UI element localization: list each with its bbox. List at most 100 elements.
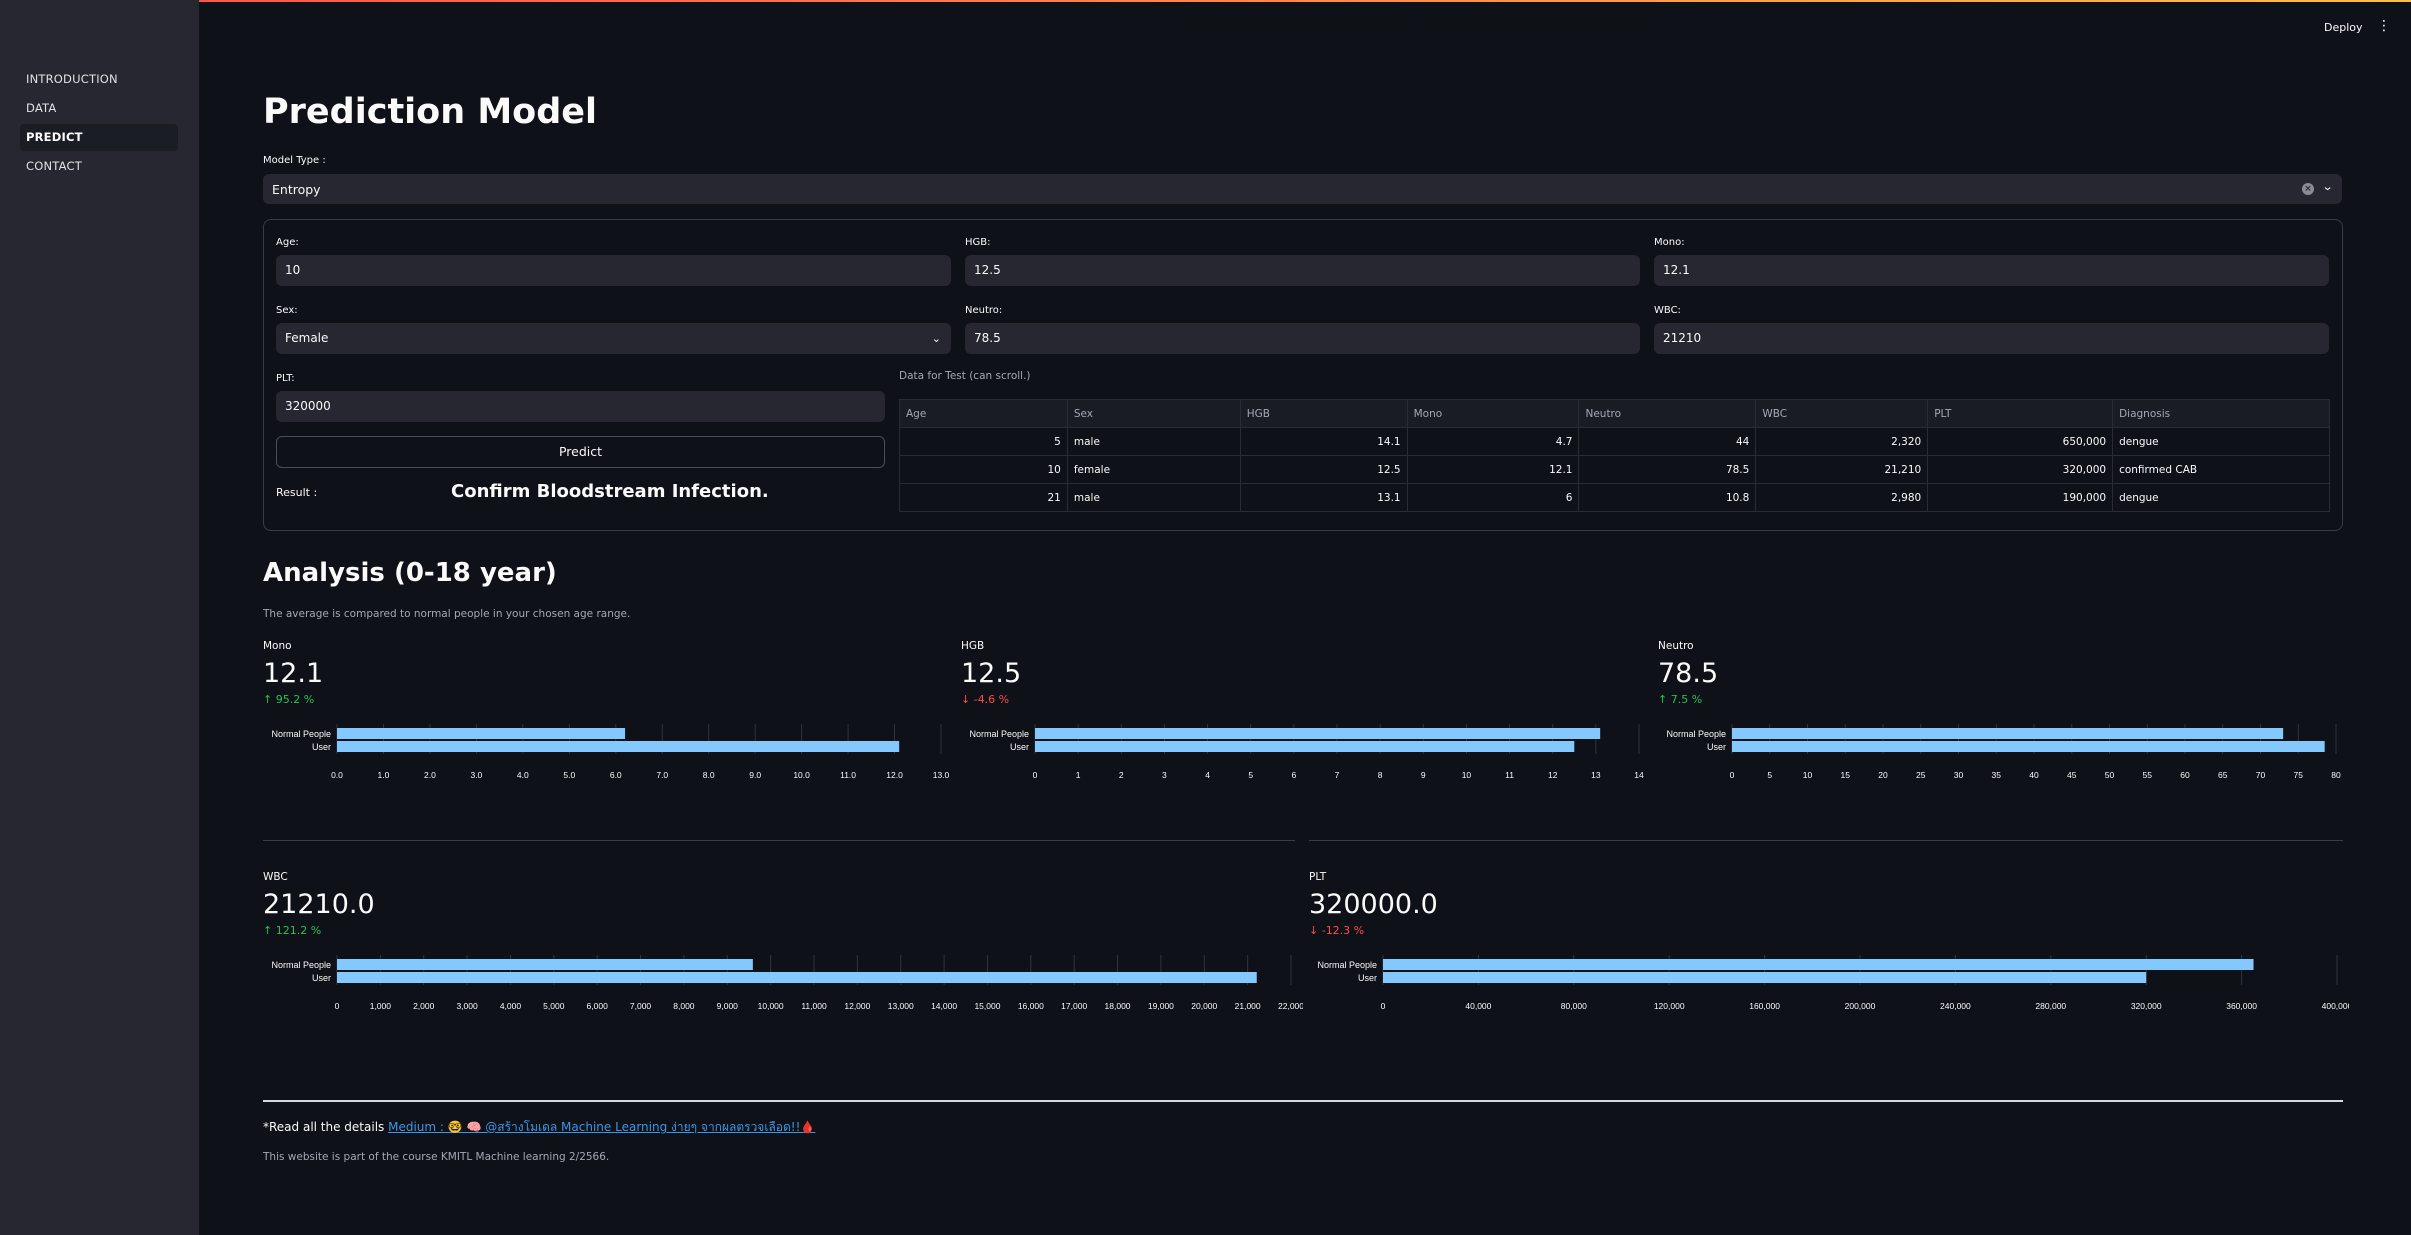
bar-normal-people[interactable] <box>1383 959 2254 970</box>
metric-delta: ↓ -4.6 % <box>961 693 1010 706</box>
tick-label: 2.0 <box>424 770 436 780</box>
tick-label: 0 <box>1033 770 1038 780</box>
tick-label: 5 <box>1767 770 1772 780</box>
table-cell[interactable]: 14.1 <box>1239 427 1408 456</box>
table-cell[interactable]: dengue <box>2112 427 2330 456</box>
column-header[interactable]: WBC <box>1755 399 1929 428</box>
table-cell[interactable]: 13.1 <box>1239 483 1408 512</box>
result-text: Confirm Bloodstream Infection. <box>451 481 769 502</box>
mono-chart: Normal People User 0.0 1.0 2.0 3.0 4.0 5.0 6.0 7.… <box>271 724 950 780</box>
table-cell[interactable]: female <box>1066 455 1241 484</box>
tick-label: 6 <box>1291 770 1296 780</box>
medium-link[interactable]: Medium : 🤓 🧠 @สร้างโมเดล Machine Learnin… <box>388 1120 815 1134</box>
table-cell[interactable]: male <box>1066 483 1241 512</box>
clear-icon[interactable]: × <box>2302 183 2314 195</box>
tick-label: 9,000 <box>717 1001 739 1011</box>
footer-divider <box>263 1100 2343 1102</box>
table-cell[interactable]: dengue <box>2112 483 2330 512</box>
footer-read-prefix: *Read all the details <box>263 1120 389 1134</box>
table-cell[interactable]: 2,980 <box>1755 483 1929 512</box>
table-cell[interactable]: male <box>1066 427 1241 456</box>
table-cell[interactable]: 78.5 <box>1578 455 1757 484</box>
table-cell[interactable]: 12.1 <box>1406 455 1580 484</box>
chevron-down-icon[interactable]: ⌄ <box>2321 180 2333 193</box>
tick-label: 75 <box>2294 770 2304 780</box>
age-label: Age: <box>276 237 299 248</box>
category-label: Normal People <box>271 729 331 739</box>
bar-normal-people[interactable] <box>1035 728 1601 739</box>
table-cell[interactable]: 12.5 <box>1239 455 1408 484</box>
sidebar-item-data[interactable]: DATA <box>20 95 178 122</box>
tick-label: 13.0 <box>933 770 950 780</box>
tick-label: 0 <box>1730 770 1735 780</box>
tick-label: 10.0 <box>793 770 810 780</box>
neutro-label: Neutro: <box>965 305 1003 316</box>
bar-user[interactable] <box>1035 741 1575 752</box>
bar-user[interactable] <box>1732 741 2325 752</box>
predict-button[interactable]: Predict <box>276 436 885 468</box>
tick-label: 5,000 <box>543 1001 565 1011</box>
arrow-down-icon: ↓ <box>961 693 971 706</box>
table-cell[interactable]: 2,320 <box>1755 427 1929 456</box>
metric-delta: ↑ 95.2 % <box>263 693 315 706</box>
neutro-chart: Normal People User 0 5 10 15 20 25 30 35 40 45 50 55 6… <box>1666 724 2341 780</box>
mono-label: Mono: <box>1654 237 1685 248</box>
table-cell[interactable]: 4.7 <box>1406 427 1580 456</box>
column-header[interactable]: Sex <box>1066 399 1241 428</box>
column-header[interactable]: Age <box>899 399 1068 428</box>
table-cell[interactable]: confirmed CAB <box>2112 455 2330 484</box>
tick-label: 30 <box>1954 770 1964 780</box>
column-header[interactable]: Mono <box>1406 399 1580 428</box>
tick-label: 9.0 <box>749 770 761 780</box>
tick-label: 1,000 <box>370 1001 392 1011</box>
bar-user[interactable] <box>337 972 1257 983</box>
tick-label: 15 <box>1841 770 1851 780</box>
column-header[interactable]: HGB <box>1239 399 1408 428</box>
bar-user[interactable] <box>1383 972 2147 983</box>
tick-label: 7,000 <box>630 1001 652 1011</box>
bar-normal-people[interactable] <box>1732 728 2284 739</box>
table-cell[interactable]: 5 <box>899 427 1068 456</box>
kebab-menu-icon[interactable]: ⋮ <box>2377 18 2391 34</box>
table-cell[interactable]: 44 <box>1578 427 1757 456</box>
arrow-up-icon: ↑ <box>1658 693 1668 706</box>
sidebar-item-introduction[interactable]: INTRODUCTION <box>20 66 178 93</box>
table-cell[interactable]: 650,000 <box>1927 427 2114 456</box>
column-header[interactable]: PLT <box>1927 399 2114 428</box>
sidebar-item-predict[interactable]: PREDICT <box>20 124 178 151</box>
tick-label: 0 <box>1381 1001 1386 1011</box>
tick-label: 20,000 <box>1191 1001 1217 1011</box>
column-header[interactable]: Diagnosis <box>2112 399 2330 428</box>
wbc-label: WBC: <box>1654 305 1681 316</box>
bar-normal-people[interactable] <box>337 959 753 970</box>
sidebar-item-contact[interactable]: CONTACT <box>20 153 178 180</box>
model-type-select[interactable]: Entropy × ⌄ <box>263 174 2342 204</box>
model-type-label: Model Type : <box>263 155 326 166</box>
sex-label: Sex: <box>276 305 298 316</box>
table-cell[interactable]: 21,210 <box>1755 455 1929 484</box>
age-input[interactable]: 10 <box>276 255 951 286</box>
column-header[interactable]: Neutro <box>1578 399 1757 428</box>
table-cell[interactable]: 190,000 <box>1927 483 2114 512</box>
metric-value: 12.1 <box>263 658 324 689</box>
bar-user[interactable] <box>337 741 900 752</box>
table-cell[interactable]: 320,000 <box>1927 455 2114 484</box>
test-data-table[interactable]: Age Sex HGB Mono Neutro WBC PLT Diagnosi… <box>899 399 2330 512</box>
table-cell[interactable]: 21 <box>899 483 1068 512</box>
wbc-input[interactable]: 21210 <box>1654 323 2329 354</box>
sex-select[interactable]: Female ⌄ <box>276 323 951 354</box>
table-cell[interactable]: 6 <box>1406 483 1580 512</box>
table-row: 21 male 13.1 6 10.8 2,980 190,000 dengue <box>899 483 2330 512</box>
tick-label: 7.0 <box>656 770 668 780</box>
table-cell[interactable]: 10 <box>899 455 1068 484</box>
plt-input[interactable]: 320000 <box>276 391 885 422</box>
table-cell[interactable]: 10.8 <box>1578 483 1757 512</box>
neutro-input[interactable]: 78.5 <box>965 323 1640 354</box>
tick-label: 25 <box>1916 770 1926 780</box>
hgb-input[interactable]: 12.5 <box>965 255 1640 286</box>
tick-label: 0 <box>335 1001 340 1011</box>
bar-normal-people[interactable] <box>337 728 626 739</box>
metric-mono: Mono 12.1 ↑ 95.2 % <box>263 640 323 706</box>
mono-input[interactable]: 12.1 <box>1654 255 2329 286</box>
deploy-button[interactable]: Deploy <box>2324 21 2363 34</box>
